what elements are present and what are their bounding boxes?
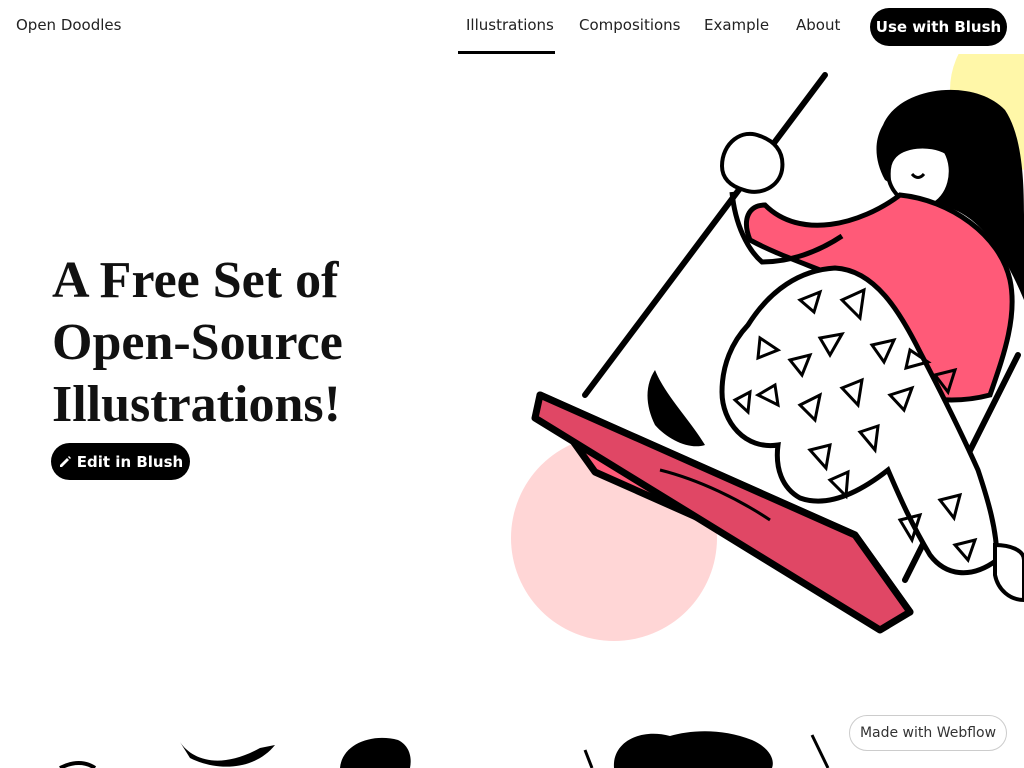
- doodle-preview-3: [340, 737, 411, 768]
- hero-heading-line-2: Open-Source: [52, 314, 343, 371]
- edit-in-blush-label: Edit in Blush: [76, 452, 184, 471]
- doodle-preview-4: [613, 731, 773, 768]
- nav-about[interactable]: About: [796, 16, 840, 34]
- hero-heading-line-1: A Free Set of: [52, 252, 339, 309]
- edit-in-blush-button[interactable]: Edit in Blush: [51, 443, 190, 480]
- hero-heading-line-3: Illustrations!: [52, 376, 341, 433]
- woman-hand: [719, 131, 785, 194]
- hero-heading: A Free Set of Open-Source Illustrations!: [52, 250, 343, 436]
- doodle-preview-6: [810, 734, 830, 768]
- woman-shoe: [993, 542, 1024, 603]
- woman-left-foot: [647, 370, 705, 447]
- doodle-preview-5: [583, 749, 594, 768]
- made-with-webflow-badge[interactable]: Made with Webflow: [849, 715, 1007, 751]
- nav-illustrations[interactable]: Illustrations: [466, 16, 554, 34]
- use-with-blush-button[interactable]: Use with Blush: [870, 8, 1007, 46]
- pencil-icon: [58, 455, 72, 469]
- site-header: Open Doodles Illustrations Compositions …: [0, 0, 1024, 54]
- doodle-preview-1: [59, 761, 97, 768]
- nav-example[interactable]: Example: [704, 16, 769, 34]
- nav-compositions[interactable]: Compositions: [579, 16, 681, 34]
- doodle-preview-2: [180, 742, 275, 767]
